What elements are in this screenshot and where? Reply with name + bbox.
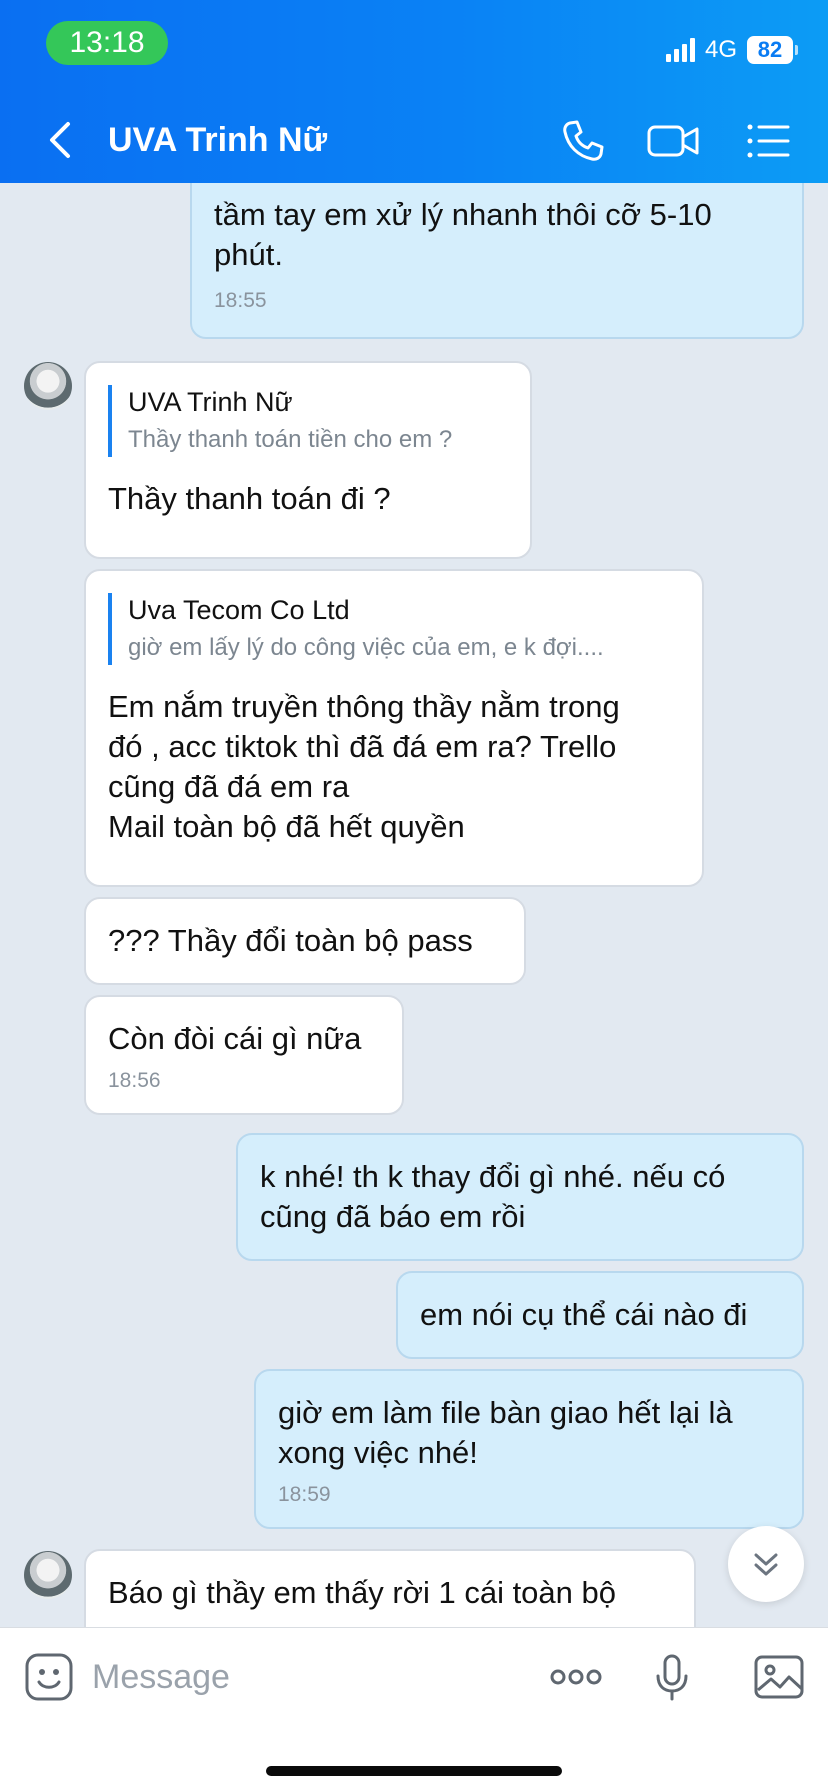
call-button[interactable] [558, 116, 608, 166]
reply-quote[interactable]: Uva Tecom Co Ltd giờ em lấy lý do công v… [108, 593, 680, 665]
image-button[interactable] [752, 1650, 806, 1704]
avatar[interactable] [24, 362, 72, 410]
status-indicators: 4G 82 [665, 30, 798, 70]
message-time: 18:55 [214, 289, 267, 312]
voice-button[interactable] [645, 1650, 699, 1704]
message-text: tầm tay em xử lý nhanh thôi cỡ 5-10 phút… [214, 197, 712, 272]
scroll-to-bottom-button[interactable] [728, 1526, 804, 1602]
avatar[interactable] [24, 1551, 72, 1599]
message-text: ??? Thầy đổi toàn bộ pass [108, 923, 473, 958]
home-indicator [266, 1766, 562, 1776]
message-text: em nói cụ thể cái nào đi [420, 1297, 748, 1332]
message-bubble-incoming[interactable]: ??? Thầy đổi toàn bộ pass [84, 897, 526, 985]
network-type: 4G [704, 36, 737, 63]
back-icon [50, 122, 70, 158]
message-text: Còn đòi cái gì nữa [108, 1021, 362, 1056]
more-button[interactable] [548, 1650, 604, 1704]
message-text: giờ em làm file bàn giao hết lại là xong… [278, 1395, 733, 1470]
emoji-icon [25, 1653, 73, 1701]
signal-icon [665, 38, 695, 62]
battery-level: 82 [747, 36, 793, 64]
emoji-button[interactable] [22, 1650, 76, 1704]
mic-icon [656, 1654, 688, 1701]
message-text: Báo gì thầy em thấy rời 1 cái toàn bộ [108, 1575, 617, 1610]
menu-icon [747, 124, 790, 158]
message-input[interactable] [92, 1650, 492, 1704]
header-bar: 13:18 4G 82 UVA Trinh Nữ [0, 0, 828, 183]
message-time: 18:56 [108, 1069, 161, 1092]
chevrons-down-icon [754, 1553, 778, 1576]
quote-text: Thầy thanh toán tiền cho em ? [128, 426, 453, 453]
back-button[interactable] [40, 118, 84, 162]
video-icon [647, 125, 699, 157]
message-bubble-incoming[interactable]: Uva Tecom Co Ltd giờ em lấy lý do công v… [84, 569, 704, 887]
video-call-button[interactable] [646, 116, 702, 166]
message-list[interactable]: tầm tay em xử lý nhanh thôi cỡ 5-10 phút… [0, 183, 828, 1627]
message-bubble-outgoing[interactable]: tầm tay em xử lý nhanh thôi cỡ 5-10 phút… [190, 183, 804, 339]
message-bubble-incoming[interactable]: UVA Trinh Nữ Thầy thanh toán tiền cho em… [84, 361, 532, 559]
quote-sender: UVA Trinh Nữ [128, 387, 293, 417]
message-time: 18:59 [278, 1483, 331, 1506]
message-bubble-outgoing[interactable]: k nhé! th k thay đổi gì nhé. nếu có cũng… [236, 1133, 804, 1261]
message-bubble-outgoing[interactable]: giờ em làm file bàn giao hết lại là xong… [254, 1369, 804, 1529]
image-icon [754, 1655, 804, 1699]
message-text: Thầy thanh toán đi ? [108, 481, 391, 516]
status-time: 13:18 [46, 21, 168, 65]
composer-bar [0, 1627, 828, 1792]
quote-sender: Uva Tecom Co Ltd [128, 595, 350, 625]
chat-title[interactable]: UVA Trinh Nữ [108, 118, 327, 162]
message-text: Em nắm truyền thông thầy nằm trong đó , … [108, 689, 620, 844]
quote-text: giờ em lấy lý do công việc của em, e k đ… [128, 634, 604, 661]
menu-button[interactable] [744, 116, 794, 166]
nav-bar: UVA Trinh Nữ [0, 108, 828, 172]
message-bubble-incoming[interactable]: Báo gì thầy em thấy rời 1 cái toàn bộ [84, 1549, 696, 1627]
message-bubble-outgoing[interactable]: em nói cụ thể cái nào đi [396, 1271, 804, 1359]
battery-icon: 82 [747, 36, 798, 64]
more-icon [550, 1669, 602, 1685]
message-text: k nhé! th k thay đổi gì nhé. nếu có cũng… [260, 1159, 726, 1234]
message-bubble-incoming[interactable]: Còn đòi cái gì nữa 18:56 [84, 995, 404, 1115]
phone-icon [563, 120, 604, 161]
reply-quote[interactable]: UVA Trinh Nữ Thầy thanh toán tiền cho em… [108, 385, 508, 457]
